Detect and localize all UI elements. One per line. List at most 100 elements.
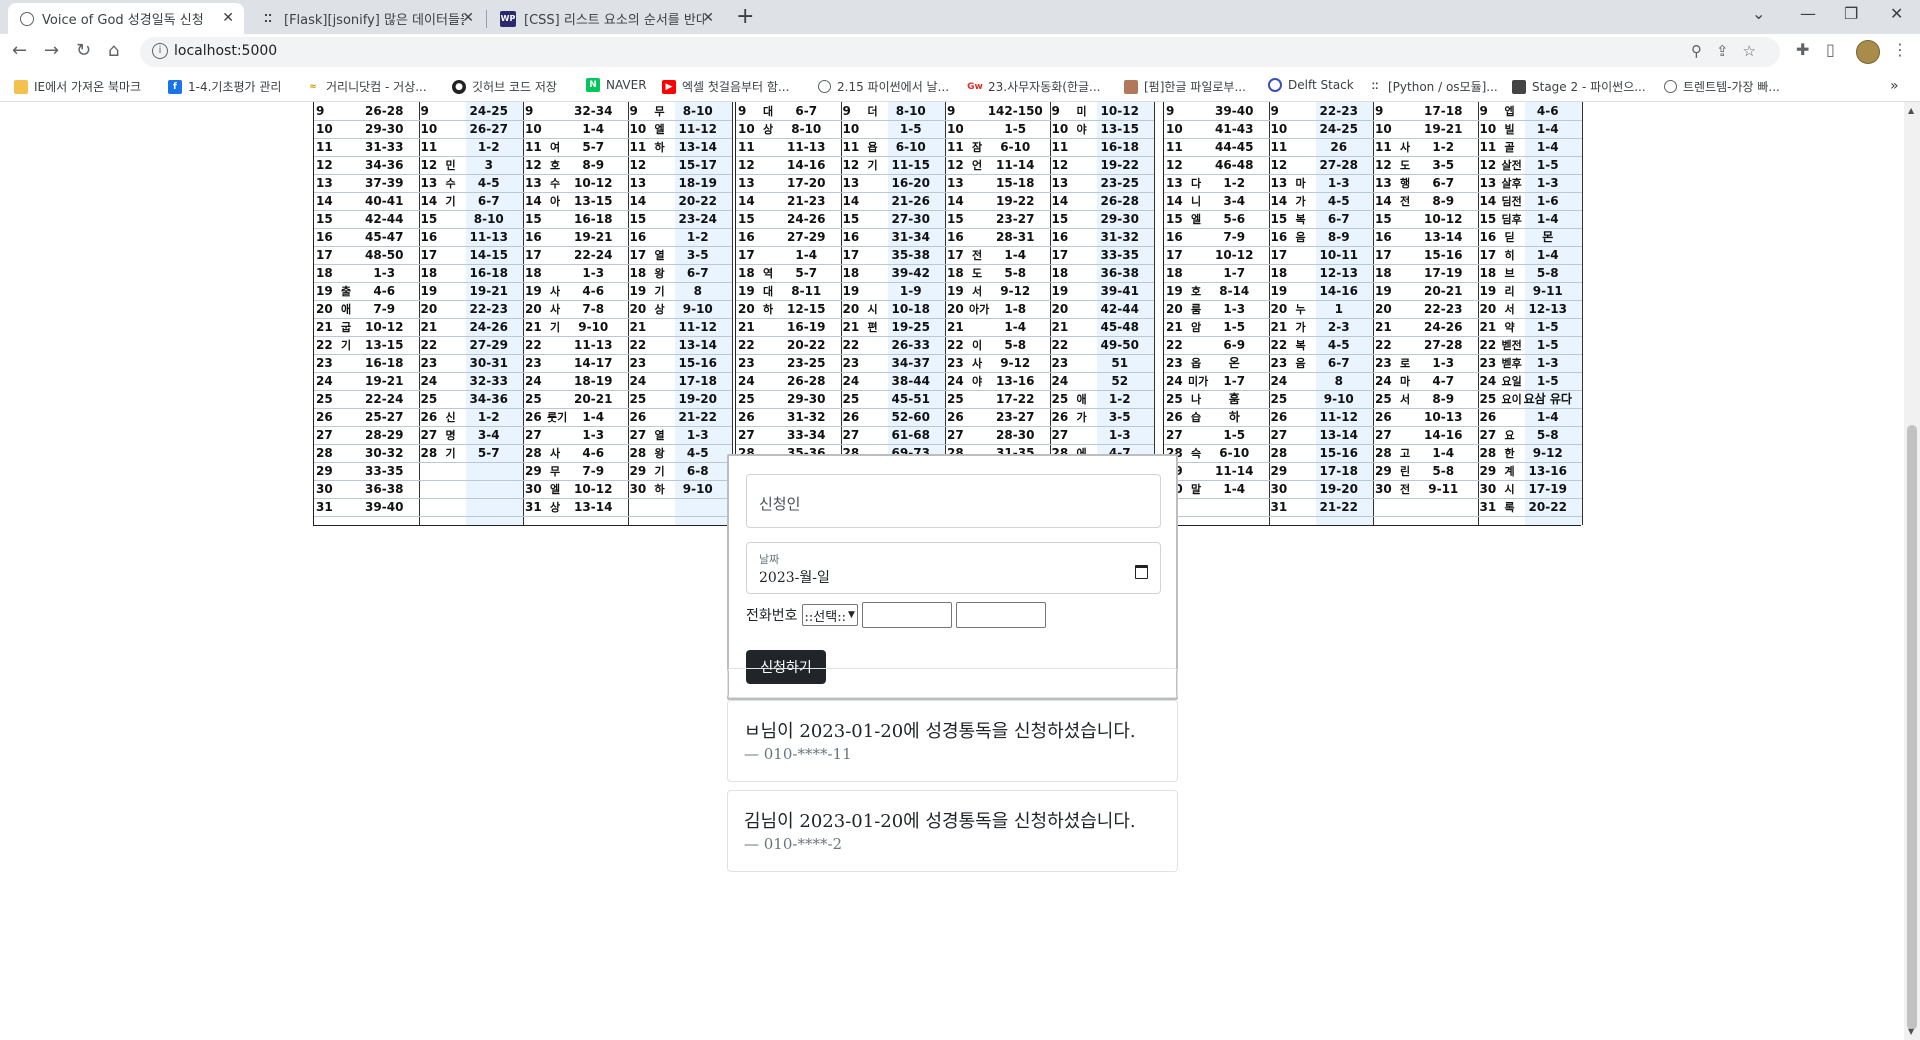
schedule-book: 왕: [654, 267, 665, 280]
schedule-row: 17 1-4: [736, 246, 841, 264]
schedule-day: 19: [1479, 284, 1497, 298]
bookmark-item[interactable]: f 1-4.기초평가 관리: [168, 78, 281, 95]
schedule-day: 20: [1479, 302, 1497, 316]
tab-search-icon[interactable]: ⌄: [1752, 4, 1765, 23]
share-icon[interactable]: ⇪: [1716, 42, 1743, 60]
schedule-row: 12 27-28: [1269, 156, 1374, 174]
bookmark-item[interactable]: N NAVER: [586, 78, 647, 92]
phone-prefix-select[interactable]: ::선택:: ▼: [801, 604, 858, 626]
restore-icon[interactable]: ❐: [1844, 4, 1858, 23]
schedule-book: 전: [1399, 483, 1411, 496]
extensions-icon[interactable]: ✚: [1796, 40, 1809, 59]
schedule-day: 16: [420, 230, 438, 244]
schedule-day: 18: [1051, 266, 1069, 280]
schedule-chapters: 16-18: [1100, 140, 1139, 154]
bookmark-item[interactable]: ≈ 거리니닷컴 - 거상...: [306, 78, 426, 95]
schedule-chapters: 29-30: [365, 122, 404, 136]
schedule-row: 15 27-30: [841, 210, 946, 228]
star-icon[interactable]: ☆: [1743, 42, 1770, 60]
zoom-icon[interactable]: ⚲: [1691, 42, 1716, 60]
schedule-row: 13 16-20: [841, 174, 946, 192]
profile-avatar[interactable]: [1856, 40, 1880, 64]
date-input[interactable]: 날짜 2023-월-일: [746, 542, 1161, 594]
tab-active[interactable]: Voice of God 성경일독 신청 ✕: [8, 3, 244, 34]
schedule-chapters: 8-10: [895, 104, 926, 118]
schedule-day: 23: [1479, 356, 1497, 370]
phone-last-input[interactable]: [955, 602, 1046, 628]
tab-css[interactable]: WP [CSS] 리스트 요소의 순서를 반대 ✕: [488, 3, 724, 34]
schedule-day: 20: [947, 302, 964, 316]
schedule-chapters: 39-41: [1100, 284, 1139, 298]
schedule-row: 19 20-21: [1373, 282, 1478, 300]
bookmark-item[interactable]: IE에서 가져온 북마크: [14, 78, 141, 95]
bookmark-item[interactable]: ▶ 엑셀 첫걸음부터 함...: [662, 78, 789, 95]
bookmark-item[interactable]: Delft Stack: [1268, 78, 1354, 92]
info-icon[interactable]: i: [152, 43, 168, 59]
forward-icon[interactable]: →: [44, 40, 59, 61]
schedule-book: 대: [762, 105, 774, 118]
address-bar[interactable]: i localhost:5000 ⚲⇪☆: [140, 37, 1780, 67]
schedule-chapters: 온: [1228, 356, 1240, 370]
sidepanel-icon[interactable]: ▯: [1826, 40, 1835, 59]
applicant-name-input[interactable]: 신청인: [746, 474, 1161, 528]
schedule-book: 민: [445, 159, 456, 172]
schedule-row: 25 17-22: [945, 390, 1050, 408]
close-icon[interactable]: ✕: [702, 10, 714, 26]
vertical-scrollbar[interactable]: ▲ ▼: [1904, 102, 1920, 1040]
bookmark-item[interactable]: Stage 2 - 파이썬으...: [1512, 78, 1646, 95]
schedule-day: 27: [420, 428, 438, 442]
browser-toolbar: ← → ↻ ⌂ i localhost:5000 ⚲⇪☆: [0, 34, 1920, 70]
schedule-chapters: 15-16: [678, 356, 717, 370]
new-tab-button[interactable]: +: [736, 4, 754, 29]
schedule-row: 26 10-13: [1373, 408, 1478, 426]
schedule-chapters: 1-4: [1004, 248, 1027, 262]
schedule-row: 25 9-10: [1269, 390, 1374, 408]
schedule-row: 11 44-45: [1164, 138, 1269, 156]
schedule-day: 27: [1051, 428, 1069, 442]
schedule-day: 17: [738, 248, 755, 262]
schedule-book: 애: [340, 303, 352, 316]
phone-label: 전화번호: [746, 608, 798, 624]
tab-flask[interactable]: ⁚⁚ [Flask][jsonify] 많은 데이터들을 ✕: [248, 3, 484, 34]
schedule-row: 12 언 11-14: [945, 156, 1050, 174]
schedule-chapters: 1-4: [582, 122, 605, 136]
close-icon[interactable]: ✕: [222, 10, 234, 26]
schedule-row: 15 엘 5-6: [1164, 210, 1269, 228]
schedule-day: 10: [420, 122, 438, 136]
menu-icon[interactable]: ⋮: [1892, 40, 1908, 59]
bookmark-item[interactable]: 트렌트템-가장 빠...: [1664, 78, 1780, 95]
schedule-day: 17: [525, 248, 542, 262]
scroll-down-icon[interactable]: ▼: [1908, 1027, 1914, 1036]
back-icon[interactable]: ←: [12, 40, 27, 61]
schedule-row: 20 시 10-18: [841, 300, 946, 318]
close-window-icon[interactable]: ✕: [1890, 4, 1903, 23]
schedule-day: 18: [1166, 266, 1183, 280]
schedule-day: 22: [1270, 338, 1288, 352]
bookmark-item[interactable]: 2.15 파이썬에서 날...: [818, 78, 949, 95]
schedule-book: 로: [1399, 357, 1411, 370]
home-icon[interactable]: ⌂: [108, 40, 119, 61]
schedule-day: 15: [1166, 212, 1183, 226]
close-icon[interactable]: ✕: [462, 10, 474, 26]
schedule-chapters: 20-21: [1424, 284, 1463, 298]
schedule-book: 벧후: [1501, 357, 1522, 370]
scroll-up-icon[interactable]: ▲: [1908, 106, 1914, 115]
schedule-book: 계: [1504, 465, 1515, 478]
bookmark-item[interactable]: [펌]한글 파일로부...: [1124, 78, 1246, 95]
bookmark-item[interactable]: ⁚⁚ [Python / os모듈]...: [1368, 78, 1498, 95]
more-bookmarks-icon[interactable]: »: [1890, 78, 1899, 94]
minimize-icon[interactable]: —: [1800, 4, 1816, 23]
schedule-chapters: 142-150: [987, 104, 1043, 118]
schedule-day: 26: [1479, 410, 1497, 424]
phone-middle-input[interactable]: [861, 602, 952, 628]
schedule-day: 12: [1375, 158, 1392, 172]
schedule-row: 12 46-48: [1164, 156, 1269, 174]
schedule-day: 9: [1166, 104, 1175, 118]
scrollbar-thumb[interactable]: [1907, 425, 1917, 1030]
bookmark-item[interactable]: ● 깃허브 코드 저장: [452, 78, 557, 95]
schedule-day: 22: [629, 338, 647, 352]
schedule-chapters: 1-4: [1536, 122, 1559, 136]
bookmark-item[interactable]: Gw 23.사무자동화(한글...: [967, 78, 1100, 95]
reload-icon[interactable]: ↻: [76, 40, 91, 61]
calendar-icon[interactable]: [1135, 565, 1148, 579]
